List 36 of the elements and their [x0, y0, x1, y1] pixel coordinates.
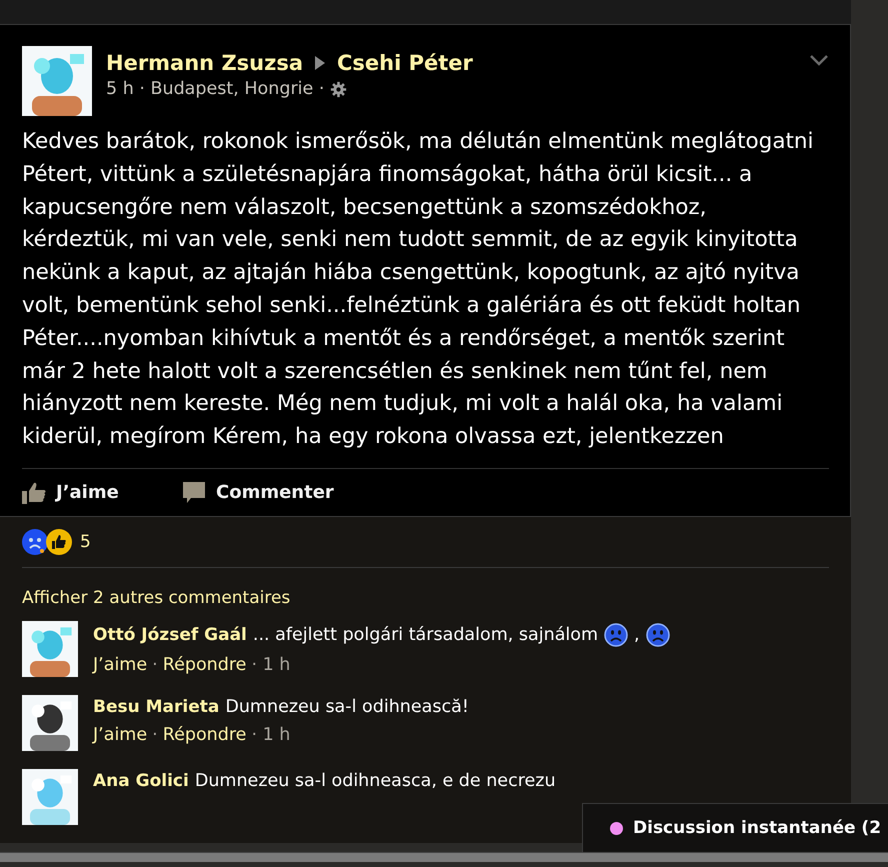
commenter-name[interactable]: Ana Golici — [93, 770, 189, 791]
reply-link[interactable]: Répondre — [162, 724, 246, 745]
comment-time: · 1 h — [251, 724, 290, 745]
comment-text: ... afejlett polgári társadalom, sajnálom — [252, 624, 598, 645]
commenter-name[interactable]: Ottó József Gaál — [93, 624, 247, 645]
comment-time: · 1 h — [251, 654, 290, 675]
author-name[interactable]: Hermann Zsuzsa — [106, 51, 304, 75]
comment-button[interactable]: Commenter — [182, 482, 334, 504]
like-button[interactable]: J’aime — [22, 482, 146, 504]
sad-face-icon — [646, 622, 670, 647]
separator-dot: · — [152, 654, 158, 675]
post-time[interactable]: 5 h · Budapest, Hongrie · — [106, 79, 324, 99]
post-text: Kedves barátok, rokonok ismerősök, ma délután elmentünk meglátogatni Pétert, vittünk a születésnapjára finomságokat, hátha örül kicsit... a kapucsengőre nem válaszolt, becsengettünk a szomszédokhoz, kérdeztük, mi van vele, senki nem tudott semmit, de az egyik kinyitotta nekünk a kaput, az ajtaján hiába csengettünk, kopogtunk, az ajtó nyitva volt, bementünk sehol senki...felnéztünk a galériára és ott feküdt holtan Péter....nyomban kihívtuk a mentőt és a rendőrséget, a mentők szerint már 2 hete halott volt a szerencsétlen és senkinek nem tűnt fel, nem hiányzott nem kereste. Még nem tudjuk, mi volt a halál oka, ha valami kiderül, megírom Kérem, ha egy rokona olvassa ezt, jelentkezzen — [22, 128, 815, 452]
comment-text: Dumnezeu sa-l odihneasca, e de necrezu — [194, 770, 556, 791]
more-comments-link[interactable]: Afficher 2 autres commentaires — [22, 588, 829, 608]
triangle-icon — [315, 56, 326, 70]
sad-face-icon — [604, 622, 628, 647]
commenter-name[interactable]: Besu Marieta — [93, 696, 220, 717]
chat-tab[interactable]: Discussion instantanée (2 — [582, 803, 888, 853]
comment-text: , — [634, 624, 640, 645]
reaction-count: 5 — [80, 532, 91, 552]
chat-label: Discussion instantanée (2 — [633, 818, 882, 838]
sad-face-icon — [22, 528, 48, 555]
recipient-name[interactable]: Csehi Péter — [337, 51, 473, 75]
comment-text: Dumnezeu sa-l odihnească! — [225, 696, 469, 717]
separator-dot: · — [152, 724, 158, 745]
scrollbar[interactable] — [0, 852, 888, 862]
chevron-down-icon[interactable] — [809, 54, 829, 66]
status-dot — [610, 822, 623, 834]
thumbs-up-icon — [22, 482, 46, 504]
gear-icon — [330, 80, 348, 98]
like-link[interactable]: J’aime — [93, 724, 148, 745]
reply-link[interactable]: Répondre — [162, 654, 246, 675]
speech-bubble-icon — [182, 482, 206, 504]
thumbs-up-icon — [46, 528, 72, 555]
like-link[interactable]: J’aime — [93, 654, 148, 675]
